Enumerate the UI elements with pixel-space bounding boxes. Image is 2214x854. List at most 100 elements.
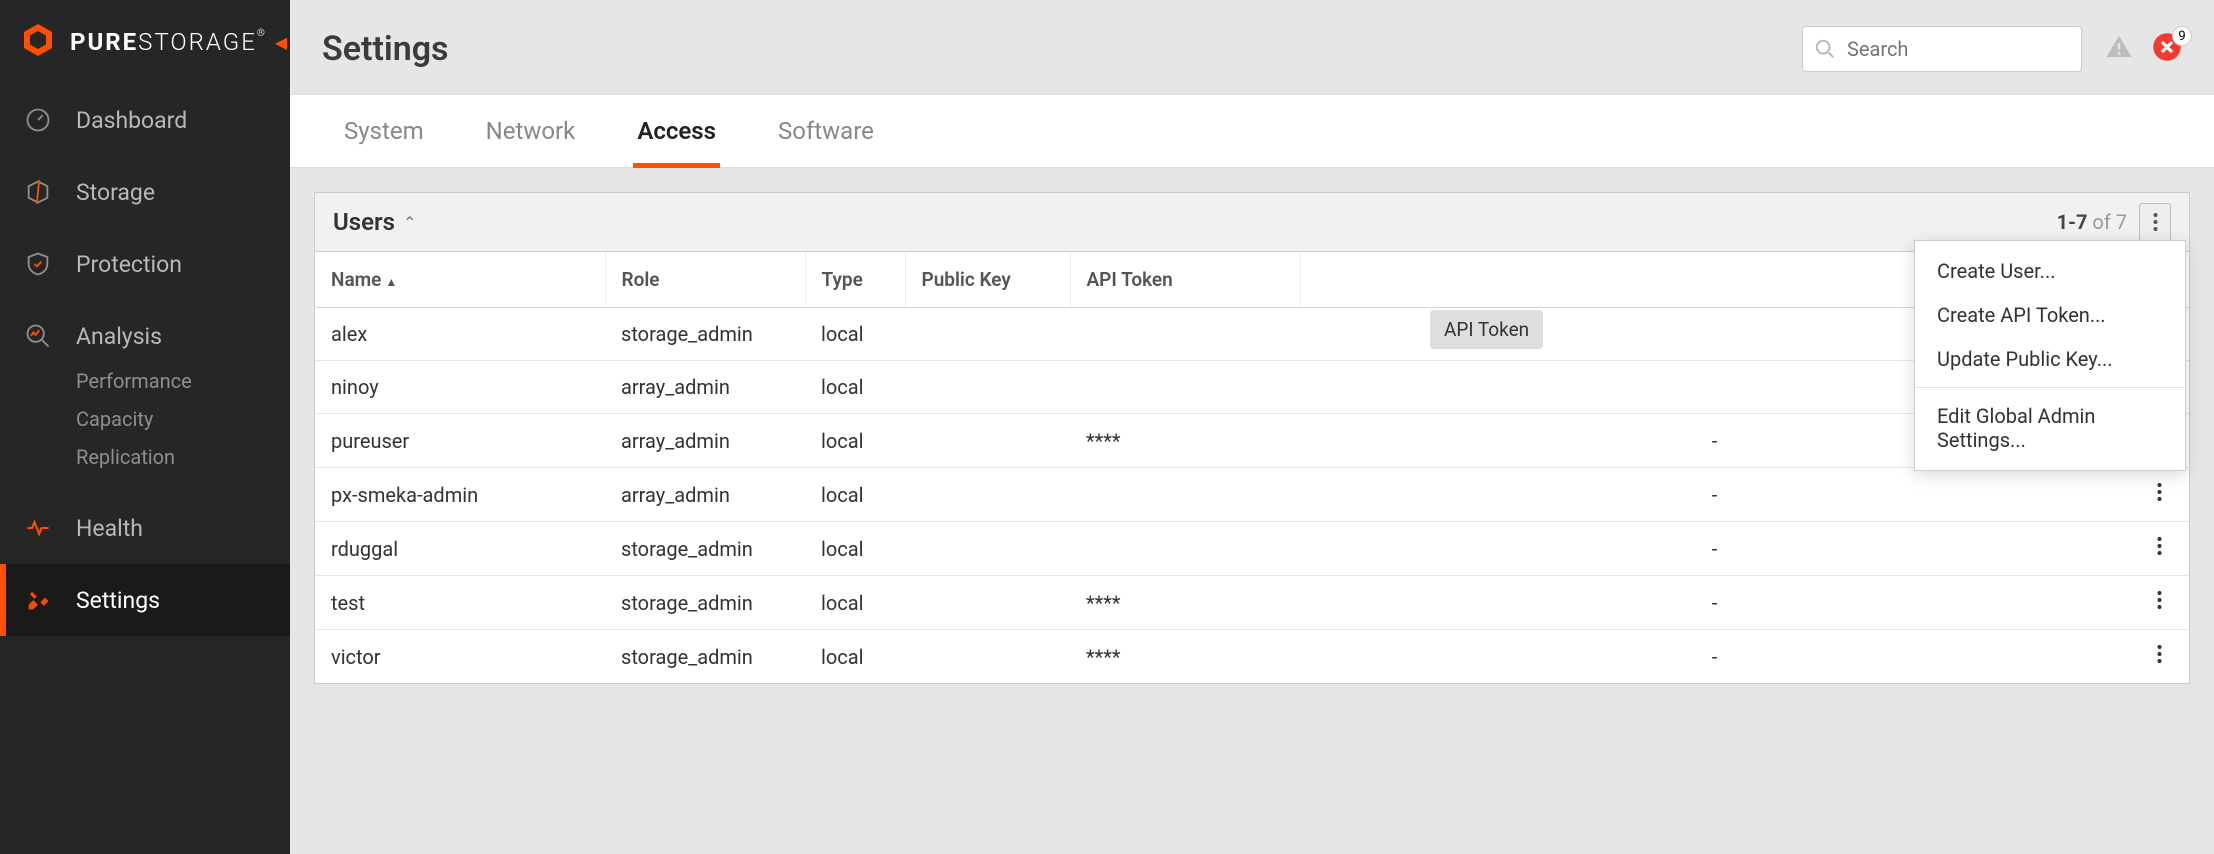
health-icon <box>24 514 52 542</box>
cell-name: ninoy <box>315 361 605 414</box>
cell-name: px-smeka-admin <box>315 468 605 522</box>
cell-api-token <box>1070 361 1300 414</box>
tab-software[interactable]: Software <box>756 95 896 167</box>
main-area: Settings 9 System Network Access Softwar… <box>290 0 2214 854</box>
cell-public-key <box>905 522 1070 576</box>
cell-type: local <box>805 522 905 576</box>
table-row: pureuserarray_adminlocal****- <box>315 414 2189 468</box>
sidebar: PURESTORAGE® ◀ Dashboard Storage Protect… <box>0 0 290 854</box>
nav-sub-capacity[interactable]: Capacity <box>76 400 290 438</box>
collapse-caret-icon[interactable]: ⌃ <box>403 213 416 232</box>
nav-sub-replication[interactable]: Replication <box>76 438 290 476</box>
cell-type: local <box>805 308 905 361</box>
brand-caret-icon: ◀ <box>275 33 287 52</box>
menu-edit-global-admin[interactable]: Edit Global Admin Settings... <box>1915 394 2185 462</box>
cell-public-key <box>905 361 1070 414</box>
brand-name: PURESTORAGE® <box>70 28 267 56</box>
nav-analysis-subitems: Performance Capacity Replication <box>0 362 290 476</box>
nav-protection-label: Protection <box>76 251 182 278</box>
row-actions-button[interactable] <box>2157 644 2162 664</box>
tab-system[interactable]: System <box>322 95 446 167</box>
col-role[interactable]: Role <box>605 252 805 308</box>
cell-dash: - <box>1300 468 2129 522</box>
row-actions-button[interactable] <box>2157 536 2162 556</box>
users-panel: Users ⌃ 1-7 of 7 Name▲ Role Type Public … <box>314 192 2190 684</box>
nav-health[interactable]: Health <box>0 492 290 564</box>
nav-health-label: Health <box>76 515 143 542</box>
table-row: ninoyarray_adminlocal <box>315 361 2189 414</box>
cell-name: rduggal <box>315 522 605 576</box>
tab-access[interactable]: Access <box>615 95 738 167</box>
users-panel-header: Users ⌃ 1-7 of 7 <box>315 193 2189 252</box>
table-row: rduggalstorage_adminlocal- <box>315 522 2189 576</box>
dashboard-icon <box>24 106 52 134</box>
nav-storage-label: Storage <box>76 179 155 206</box>
cell-role: storage_admin <box>605 522 805 576</box>
cell-api-token <box>1070 308 1300 361</box>
cell-actions <box>2129 468 2189 522</box>
cell-public-key <box>905 308 1070 361</box>
cell-name: victor <box>315 630 605 684</box>
cell-role: storage_admin <box>605 308 805 361</box>
col-public-key[interactable]: Public Key <box>905 252 1070 308</box>
cell-type: local <box>805 361 905 414</box>
error-alert-icon[interactable]: 9 <box>2152 32 2182 66</box>
cell-role: array_admin <box>605 361 805 414</box>
cell-dash: - <box>1300 576 2129 630</box>
nav-sub-performance[interactable]: Performance <box>76 362 290 400</box>
tabbar: System Network Access Software <box>290 94 2214 168</box>
col-api-token[interactable]: API Token <box>1070 252 1300 308</box>
table-row: victorstorage_adminlocal ****- <box>315 630 2189 684</box>
cell-type: local <box>805 576 905 630</box>
cell-role: array_admin <box>605 468 805 522</box>
nav-settings-label: Settings <box>76 587 160 614</box>
cell-public-key <box>905 576 1070 630</box>
brand-logo: PURESTORAGE® ◀ <box>0 0 290 84</box>
col-type[interactable]: Type <box>805 252 905 308</box>
cell-type: local <box>805 630 905 684</box>
nav-storage[interactable]: Storage <box>0 156 290 228</box>
cell-public-key <box>905 414 1070 468</box>
cell-name: test <box>315 576 605 630</box>
row-actions-button[interactable] <box>2157 590 2162 610</box>
topbar: Settings 9 <box>290 0 2214 94</box>
menu-create-user[interactable]: Create User... <box>1915 249 2185 293</box>
table-row: px-smeka-adminarray_adminlocal- <box>315 468 2189 522</box>
cell-api-token <box>1070 522 1300 576</box>
panel-actions-menu: Create User... Create API Token... Updat… <box>1914 240 2186 471</box>
panel-actions-button[interactable] <box>2139 203 2171 241</box>
cell-api-token: **** <box>1070 630 1300 684</box>
menu-update-public-key[interactable]: Update Public Key... <box>1915 337 2185 381</box>
cell-role: storage_admin <box>605 630 805 684</box>
nav-protection[interactable]: Protection <box>0 228 290 300</box>
users-table: Name▲ Role Type Public Key API Token ale… <box>315 252 2189 683</box>
search-icon <box>1814 38 1836 64</box>
cell-api-token <box>1070 468 1300 522</box>
tab-network[interactable]: Network <box>464 95 598 167</box>
row-actions-button[interactable] <box>2157 482 2162 502</box>
cell-type: local <box>805 414 905 468</box>
nav-settings[interactable]: Settings <box>0 564 290 636</box>
storage-icon <box>24 178 52 206</box>
warning-icon[interactable] <box>2104 32 2134 66</box>
settings-icon <box>24 586 52 614</box>
table-row: alexstorage_adminlocal <box>315 308 2189 361</box>
cell-dash: - <box>1300 630 2129 684</box>
nav-dashboard[interactable]: Dashboard <box>0 84 290 156</box>
search-input[interactable] <box>1802 26 2082 72</box>
table-row: teststorage_adminlocal****- <box>315 576 2189 630</box>
cell-role: array_admin <box>605 414 805 468</box>
protection-icon <box>24 250 52 278</box>
cell-actions <box>2129 576 2189 630</box>
nav-dashboard-label: Dashboard <box>76 107 187 134</box>
nav-analysis-label: Analysis <box>76 323 162 350</box>
search-wrap <box>1802 26 2082 72</box>
cell-api-token: **** <box>1070 414 1300 468</box>
cell-public-key <box>905 630 1070 684</box>
col-name[interactable]: Name▲ <box>315 252 605 308</box>
error-alert-badge: 9 <box>2172 26 2192 46</box>
cell-public-key <box>905 468 1070 522</box>
cell-role: storage_admin <box>605 576 805 630</box>
pagination-label: 1-7 of 7 <box>2057 210 2127 234</box>
menu-create-api-token[interactable]: Create API Token... <box>1915 293 2185 337</box>
